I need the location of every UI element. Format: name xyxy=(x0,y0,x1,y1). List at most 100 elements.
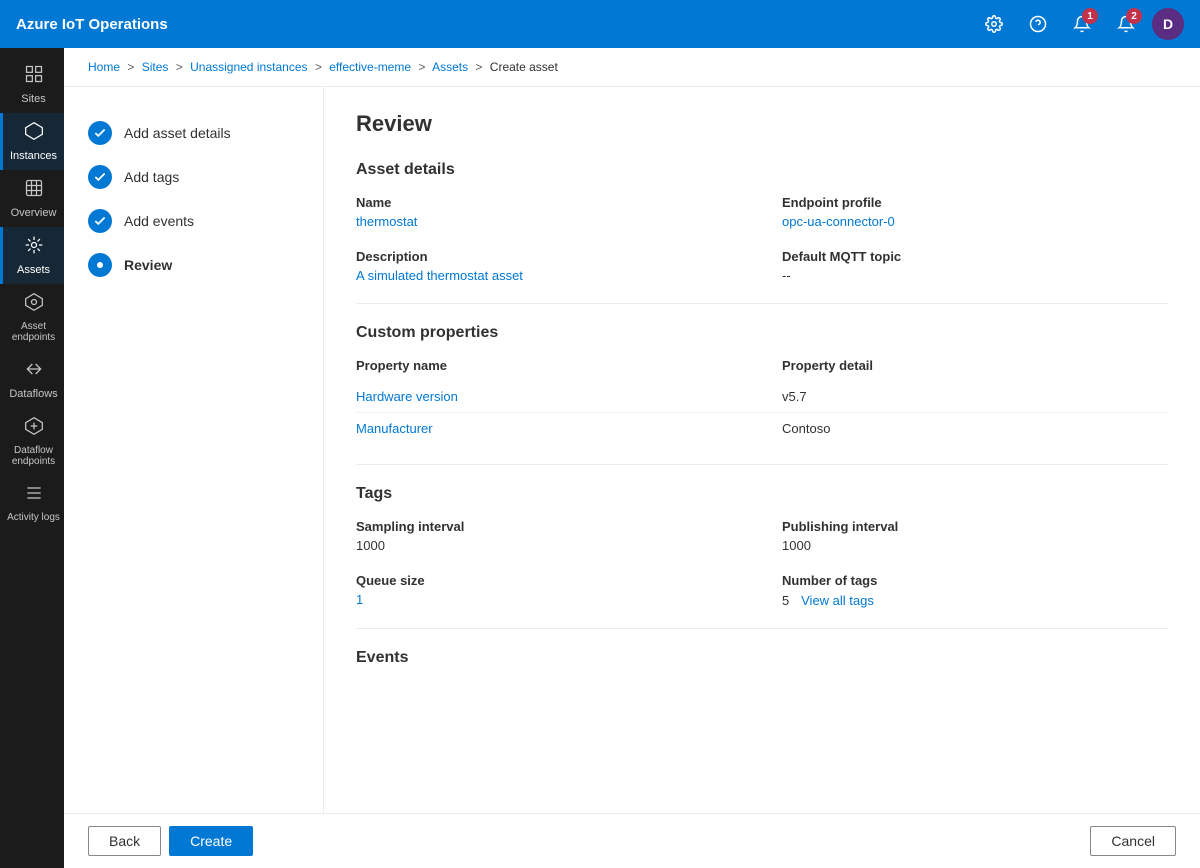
step-add-events[interactable]: Add events xyxy=(80,199,307,243)
step-circle-2 xyxy=(88,165,112,189)
top-navigation: Azure IoT Operations 1 xyxy=(0,0,1200,48)
dataflow-endpoints-icon xyxy=(24,416,44,441)
breadcrumb: Home > Sites > Unassigned instances > ef… xyxy=(64,48,1200,87)
sampling-interval-label: Sampling interval xyxy=(356,519,742,534)
step-review[interactable]: Review xyxy=(80,243,307,287)
property-detail-col-header: Property detail xyxy=(782,358,1168,373)
nav-icons: 1 2 D xyxy=(976,6,1184,42)
notifications1-button[interactable]: 1 xyxy=(1064,6,1100,42)
prop-name-2: Manufacturer xyxy=(356,421,742,436)
divider-1 xyxy=(356,303,1168,304)
name-label: Name xyxy=(356,195,742,210)
sidebar-item-asset-endpoints[interactable]: Asset endpoints xyxy=(0,284,64,351)
number-of-tags-label: Number of tags xyxy=(782,573,1168,588)
publishing-interval-value: 1000 xyxy=(782,538,1168,553)
step-label-3: Add events xyxy=(124,213,194,229)
breadcrumb-unassigned-instances[interactable]: Unassigned instances xyxy=(190,60,307,74)
custom-props-header: Property name Property detail xyxy=(356,358,1168,373)
tags-grid: Sampling interval 1000 Publishing interv… xyxy=(356,519,1168,608)
sidebar-item-asset-endpoints-label: Asset endpoints xyxy=(7,321,60,343)
notifications2-button[interactable]: 2 xyxy=(1108,6,1144,42)
sidebar-item-activity-logs-label: Activity logs xyxy=(7,512,60,523)
property-name-col-header: Property name xyxy=(356,358,742,373)
help-button[interactable] xyxy=(1020,6,1056,42)
tags-section-title: Tags xyxy=(356,485,1168,503)
notifications1-badge: 1 xyxy=(1082,8,1098,24)
description-field: Description A simulated thermostat asset xyxy=(356,249,742,283)
settings-button[interactable] xyxy=(976,6,1012,42)
content-area: Home > Sites > Unassigned instances > ef… xyxy=(64,48,1200,868)
sidebar-item-dataflows-label: Dataflows xyxy=(9,388,57,400)
asset-details-section-title: Asset details xyxy=(356,161,1168,179)
sampling-interval-value: 1000 xyxy=(356,538,742,553)
publishing-interval-field: Publishing interval 1000 xyxy=(782,519,1168,553)
assets-icon xyxy=(24,235,44,260)
number-of-tags-field: Number of tags 5 View all tags xyxy=(782,573,1168,608)
prop-value-1: v5.7 xyxy=(782,389,1168,404)
step-label-4: Review xyxy=(124,257,172,273)
bottom-actions: Back Create Cancel xyxy=(64,813,1200,868)
number-of-tags-value: 5 xyxy=(782,593,789,608)
app-title: Azure IoT Operations xyxy=(16,16,976,33)
events-section-title: Events xyxy=(356,649,1168,667)
sidebar-item-activity-logs[interactable]: Activity logs xyxy=(0,475,64,531)
sidebar-item-overview-label: Overview xyxy=(11,207,57,219)
overview-icon xyxy=(24,178,44,203)
sidebar-item-dataflow-endpoints-label: Dataflow endpoints xyxy=(7,445,60,467)
custom-prop-row-1: Hardware version v5.7 xyxy=(356,381,1168,413)
default-mqtt-topic-value: -- xyxy=(782,268,1168,283)
sampling-interval-field: Sampling interval 1000 xyxy=(356,519,742,553)
step-label-2: Add tags xyxy=(124,169,179,185)
events-placeholder xyxy=(356,683,1168,723)
dataflows-icon xyxy=(24,359,44,384)
prop-value-2: Contoso xyxy=(782,421,1168,436)
breadcrumb-assets[interactable]: Assets xyxy=(432,60,468,74)
wizard-layout: Add asset details Add tags xyxy=(64,87,1200,813)
custom-prop-row-2: Manufacturer Contoso xyxy=(356,413,1168,444)
description-label: Description xyxy=(356,249,742,264)
endpoint-profile-value: opc-ua-connector-0 xyxy=(782,214,1168,229)
instances-icon xyxy=(24,121,44,146)
name-value: thermostat xyxy=(356,214,742,229)
queue-size-field: Queue size 1 xyxy=(356,573,742,608)
sidebar-item-instances-label: Instances xyxy=(10,150,57,162)
back-button[interactable]: Back xyxy=(88,826,161,856)
step-circle-3 xyxy=(88,209,112,233)
step-add-asset-details[interactable]: Add asset details xyxy=(80,111,307,155)
step-label-1: Add asset details xyxy=(124,125,231,141)
create-button[interactable]: Create xyxy=(169,826,253,856)
publishing-interval-label: Publishing interval xyxy=(782,519,1168,534)
sidebar-item-sites-label: Sites xyxy=(21,93,45,105)
avatar[interactable]: D xyxy=(1152,8,1184,40)
breadcrumb-home[interactable]: Home xyxy=(88,60,120,74)
breadcrumb-current: Create asset xyxy=(490,60,558,74)
breadcrumb-sites[interactable]: Sites xyxy=(142,60,169,74)
breadcrumb-effective-meme[interactable]: effective-meme xyxy=(329,60,411,74)
view-all-tags-link[interactable]: View all tags xyxy=(801,593,874,608)
asset-endpoints-icon xyxy=(24,292,44,317)
wizard-steps-panel: Add asset details Add tags xyxy=(64,87,324,813)
asset-details-grid: Name thermostat Endpoint profile opc-ua-… xyxy=(356,195,1168,283)
review-content: Review Asset details Name thermostat End… xyxy=(324,87,1200,813)
cancel-button[interactable]: Cancel xyxy=(1090,826,1176,856)
activity-logs-icon xyxy=(24,483,44,508)
sites-icon xyxy=(24,64,44,89)
name-field: Name thermostat xyxy=(356,195,742,229)
prop-name-1: Hardware version xyxy=(356,389,742,404)
divider-2 xyxy=(356,464,1168,465)
step-circle-4 xyxy=(88,253,112,277)
endpoint-profile-label: Endpoint profile xyxy=(782,195,1168,210)
number-of-tags-row: 5 View all tags xyxy=(782,592,1168,608)
queue-size-label: Queue size xyxy=(356,573,742,588)
sidebar-item-assets[interactable]: Assets xyxy=(0,227,64,284)
custom-properties-section-title: Custom properties xyxy=(356,324,1168,342)
sidebar-item-dataflow-endpoints[interactable]: Dataflow endpoints xyxy=(0,408,64,475)
sidebar-item-instances[interactable]: Instances xyxy=(0,113,64,170)
sidebar-item-dataflows[interactable]: Dataflows xyxy=(0,351,64,408)
sidebar-item-overview[interactable]: Overview xyxy=(0,170,64,227)
step-add-tags[interactable]: Add tags xyxy=(80,155,307,199)
notifications2-badge: 2 xyxy=(1126,8,1142,24)
queue-size-value: 1 xyxy=(356,592,742,607)
endpoint-profile-field: Endpoint profile opc-ua-connector-0 xyxy=(782,195,1168,229)
sidebar-item-sites[interactable]: Sites xyxy=(0,56,64,113)
